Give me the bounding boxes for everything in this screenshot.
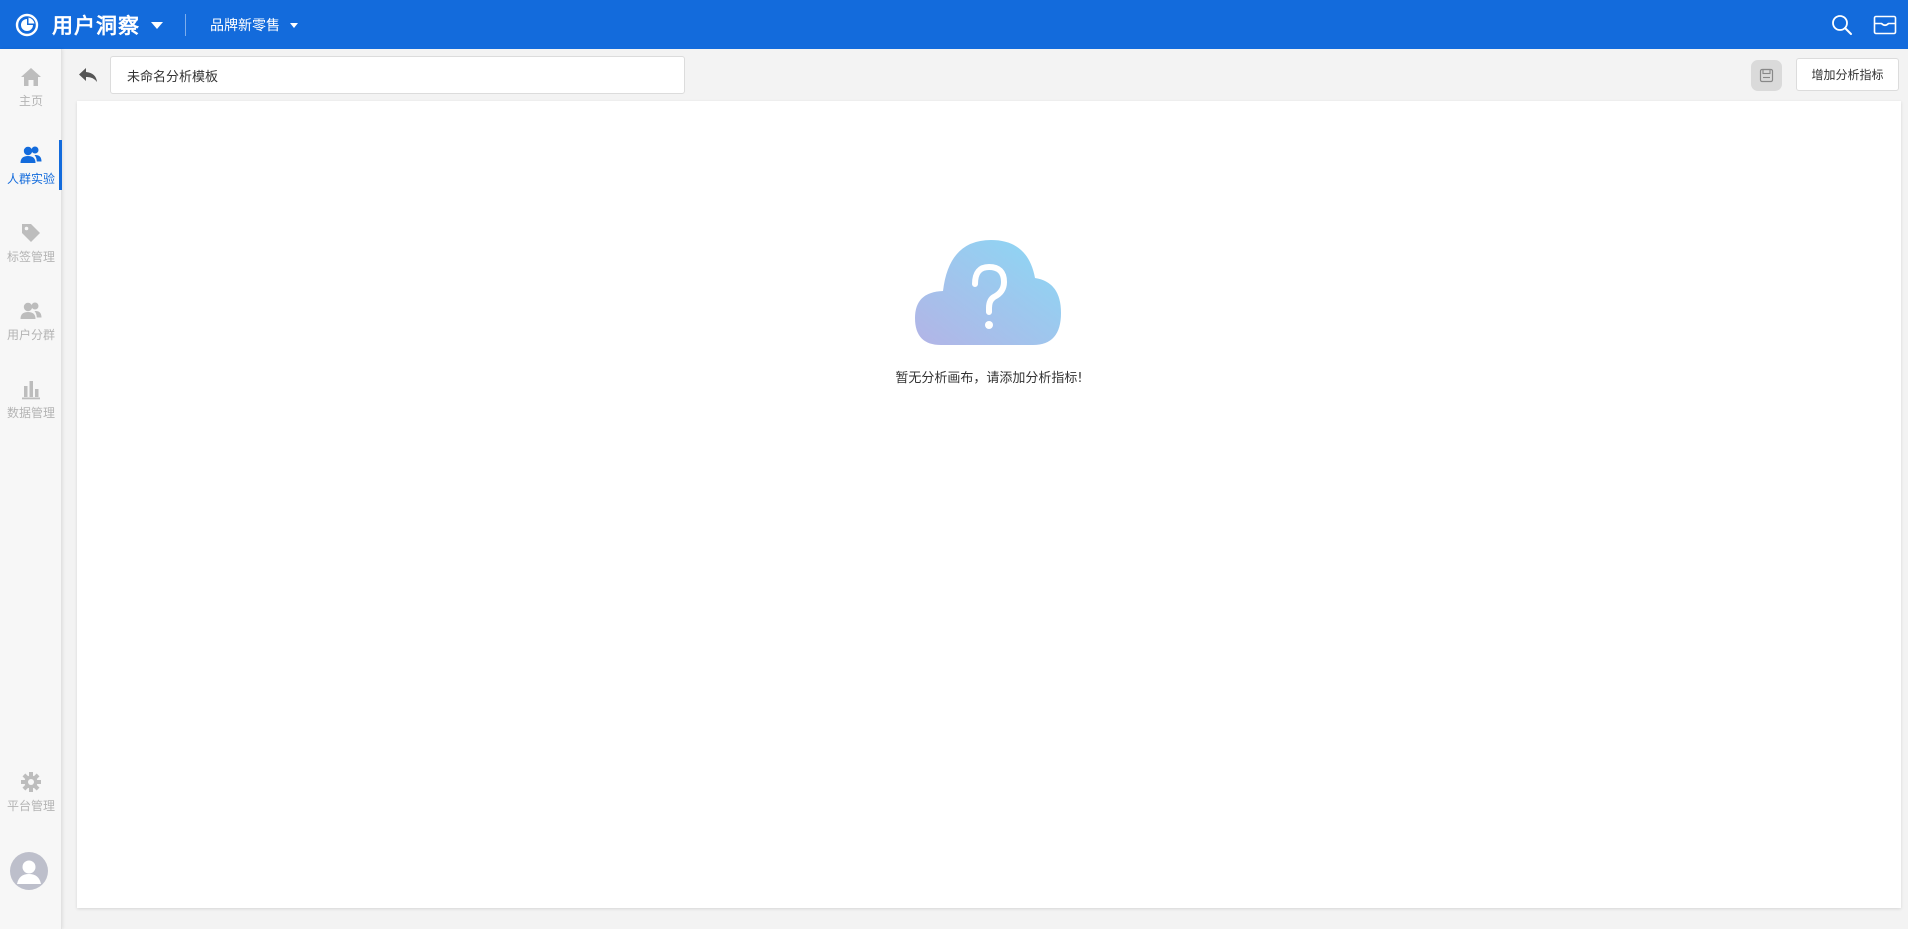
save-button[interactable] [1751,60,1782,91]
mail-button[interactable] [1872,12,1898,38]
analysis-canvas: 暂无分析画布，请添加分析指标! [77,101,1901,908]
sidebar-item-label: 数据管理 [6,406,55,420]
app-title: 用户洞察 [52,12,140,38]
save-icon [1759,68,1774,83]
sidebar-item-data-management[interactable]: 数据管理 [0,374,62,424]
sidebar-item-label: 用户分群 [6,328,55,342]
pie-chart-logo-icon [15,13,39,36]
chevron-down-icon [151,22,163,29]
header-divider [185,13,186,36]
back-arrow-icon [79,68,97,82]
app-switcher[interactable]: 用户洞察 [0,0,163,49]
user-group-icon [19,299,43,323]
empty-state: 暂无分析画布，请添加分析指标! [77,237,1901,386]
sidebar-item-tag-management[interactable]: 标签管理 [0,218,62,268]
top-bar: 用户洞察 品牌新零售 [0,0,1908,49]
sidebar-item-user-segments[interactable]: 用户分群 [0,296,62,346]
bar-chart-icon [19,377,43,401]
avatar[interactable] [10,852,48,890]
sidebar: 主页 人群实验 标签管理 用户分群 数据管理 平台管理 [0,49,62,929]
sidebar-item-home[interactable]: 主页 [0,62,62,112]
tag-icon [19,221,43,245]
org-selector[interactable]: 品牌新零售 [210,15,298,35]
sidebar-item-label: 主页 [18,94,43,108]
users-icon [19,143,43,167]
back-button[interactable] [76,63,100,87]
empty-state-text: 暂无分析画布，请添加分析指标! [895,371,1083,386]
home-icon [19,65,43,89]
search-icon [1832,14,1852,35]
search-button[interactable] [1829,12,1855,38]
mail-icon [1873,15,1897,34]
template-name-input[interactable] [110,56,685,94]
user-avatar-icon [17,860,41,884]
cloud-question-icon [914,240,1061,345]
sidebar-item-label: 平台管理 [6,799,55,813]
add-metric-button[interactable]: 增加分析指标 [1796,58,1899,91]
sidebar-item-label: 标签管理 [6,250,55,264]
sidebar-item-platform-management[interactable]: 平台管理 [0,767,62,817]
gear-icon [19,770,43,794]
org-name: 品牌新零售 [210,17,280,34]
sidebar-item-label: 人群实验 [6,172,55,186]
chevron-down-icon [290,23,298,28]
sidebar-item-crowd-experiment[interactable]: 人群实验 [0,140,62,190]
